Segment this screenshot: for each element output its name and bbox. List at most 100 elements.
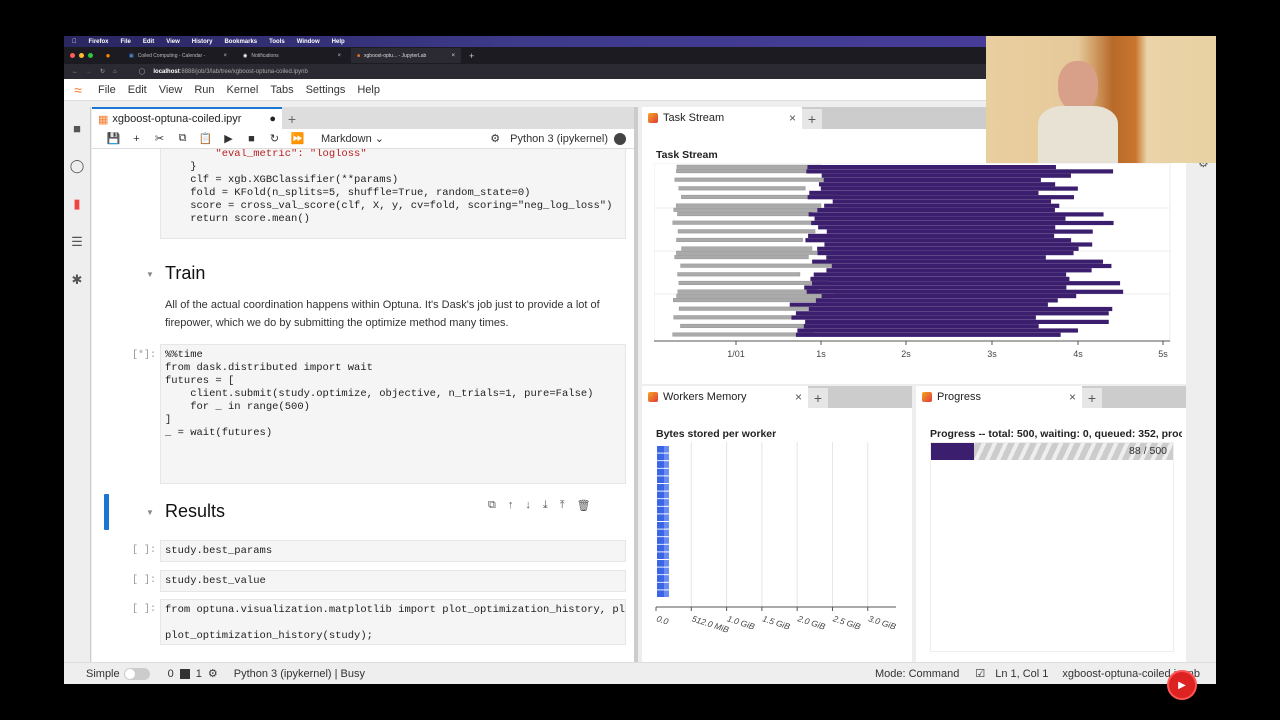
mac-menu-edit[interactable]: Edit xyxy=(143,39,154,45)
workers-memory-chart[interactable]: 0.0 512.0 MiB1.0 GiB 1.5 GiB 2.0 GiB 2.5 GiB… xyxy=(652,442,908,657)
run-icon[interactable]: ▶ xyxy=(217,132,240,145)
dask-icon[interactable]: ▮ xyxy=(73,196,80,212)
notebook-tab[interactable]: ▦ xgboost-optuna-coiled.ipyr ● xyxy=(92,107,282,129)
reload-icon[interactable]: ↻ xyxy=(100,68,105,75)
close-tab-icon[interactable]: × xyxy=(795,390,802,404)
move-down-icon[interactable]: ↓ xyxy=(525,499,531,512)
address-field[interactable]: localhost:8888/job/3/lab/tree/xgboost-op… xyxy=(153,69,307,75)
new-tab-button[interactable]: + xyxy=(808,388,828,408)
minimize-window-button[interactable] xyxy=(79,53,84,58)
unsaved-dot-icon[interactable]: ● xyxy=(269,113,276,125)
debug-icon[interactable]: ⚙ xyxy=(490,133,500,145)
progress-title: Progress -- total: 500, waiting: 0, queu… xyxy=(930,428,1182,440)
paste-icon[interactable]: 📋 xyxy=(194,132,217,145)
cursor-position[interactable]: Ln 1, Col 1 xyxy=(995,668,1048,680)
new-tab-button[interactable]: + xyxy=(802,109,822,129)
transfer-bar xyxy=(676,169,820,174)
maximize-window-button[interactable] xyxy=(88,53,93,58)
code-cell-best-value[interactable]: study.best_value xyxy=(160,570,626,592)
new-tab-button[interactable]: + xyxy=(1082,388,1102,408)
mac-menu-bookmarks[interactable]: Bookmarks xyxy=(224,39,257,45)
apple-icon[interactable]:  xyxy=(72,39,77,45)
insert-cell-icon[interactable]: + xyxy=(125,133,148,145)
compute-bar xyxy=(832,199,1052,204)
close-tab-icon[interactable]: × xyxy=(223,53,227,59)
simple-mode-toggle[interactable] xyxy=(123,667,150,680)
code-cell-best-params[interactable]: study.best_params xyxy=(160,540,626,562)
code-cell-objective[interactable]: "eval_metric": "logloss" } clf = xgb.XGB… xyxy=(160,149,626,239)
mac-menu-history[interactable]: History xyxy=(192,39,213,45)
delete-cell-icon[interactable]: 🗑 xyxy=(577,499,591,512)
close-tab-icon[interactable]: × xyxy=(1069,390,1076,404)
table-of-contents-icon[interactable]: ☰ xyxy=(71,234,83,250)
insert-above-icon[interactable]: ⤓ xyxy=(543,499,548,512)
menu-run[interactable]: Run xyxy=(194,84,214,96)
browser-tab-jupyter[interactable]: ■ xgboost-optu... - JupyterLab × xyxy=(351,48,461,63)
cut-icon[interactable]: ✂ xyxy=(148,132,171,145)
code-line: study.best_value xyxy=(165,575,266,587)
menu-tabs[interactable]: Tabs xyxy=(270,84,293,96)
kernel-count[interactable]: 1 xyxy=(196,668,202,680)
new-launcher-button[interactable]: + xyxy=(282,109,302,129)
transfer-bar xyxy=(673,315,801,320)
menu-kernel[interactable]: Kernel xyxy=(227,84,259,96)
running-kernels-icon[interactable]: ◯ xyxy=(70,158,85,174)
cell-type-select[interactable]: Markdown ⌄ xyxy=(321,132,384,145)
home-icon[interactable]: ⌂ xyxy=(113,69,117,75)
restart-icon[interactable]: ↻ xyxy=(263,132,286,145)
new-tab-button[interactable]: + xyxy=(469,51,474,61)
mac-menu-view[interactable]: View xyxy=(166,39,180,45)
stop-icon[interactable]: ■ xyxy=(240,133,263,145)
copy-icon[interactable]: ⧉ xyxy=(171,132,194,145)
worker-memory-bar-managed xyxy=(657,522,664,529)
back-icon[interactable]: ← xyxy=(72,69,78,75)
collapse-caret-icon[interactable]: ▼ xyxy=(146,508,154,517)
code-cell-submit[interactable]: %%time from dask.distributed import wait… xyxy=(160,344,626,484)
browser-tab-notifications[interactable]: ◉ Notifications × xyxy=(237,48,347,63)
compute-bar xyxy=(803,324,1039,329)
workers-memory-title: Bytes stored per worker xyxy=(656,428,777,440)
extensions-icon[interactable]: ✱ xyxy=(72,272,83,288)
task-stream-tab[interactable]: Task Stream × xyxy=(642,107,802,129)
menu-settings[interactable]: Settings xyxy=(306,84,346,96)
task-stream-chart[interactable]: 1/01 1s 2s 3s 4s 5s xyxy=(654,163,1174,359)
train-heading: Train xyxy=(165,263,206,283)
worker-memory-bar-managed xyxy=(657,582,664,590)
worker-memory-bar-managed xyxy=(657,453,664,461)
collapse-caret-icon[interactable]: ▼ xyxy=(146,270,154,279)
browser-tab-calendar[interactable]: ▣ Coiled Computing - Calendar - × xyxy=(123,48,233,63)
close-tab-icon[interactable]: × xyxy=(337,53,341,59)
code-cell-plot[interactable]: from optuna.visualization.matplotlib imp… xyxy=(160,599,626,645)
menu-edit[interactable]: Edit xyxy=(128,84,147,96)
kernel-name[interactable]: ⚙ Python 3 (ipykernel) xyxy=(490,132,608,145)
close-tab-icon[interactable]: × xyxy=(789,111,796,125)
code-line: } xyxy=(165,161,197,173)
kernel-status[interactable]: Python 3 (ipykernel) | Busy xyxy=(234,668,365,680)
menu-view[interactable]: View xyxy=(159,84,183,96)
run-all-icon[interactable]: ⏩ xyxy=(286,132,309,145)
terminal-count[interactable]: 0 xyxy=(168,668,174,680)
workers-memory-tab[interactable]: Workers Memory × xyxy=(642,386,808,408)
save-icon[interactable]: 💾 xyxy=(102,132,125,145)
close-window-button[interactable] xyxy=(70,53,75,58)
close-tab-icon[interactable]: × xyxy=(451,53,455,59)
insert-below-icon[interactable]: ⤒ xyxy=(560,499,565,512)
compute-bar xyxy=(817,251,1074,256)
trust-icon[interactable]: ☑ xyxy=(975,667,985,680)
compute-bar xyxy=(813,272,1067,277)
move-up-icon[interactable]: ↑ xyxy=(508,499,514,512)
menu-help[interactable]: Help xyxy=(357,84,380,96)
forward-icon[interactable]: → xyxy=(86,69,92,75)
progress-chart: 88 / 500 xyxy=(930,442,1174,652)
mac-menu-window[interactable]: Window xyxy=(297,39,320,45)
x-tick-label: 1.0 GiB xyxy=(726,613,756,631)
mac-menu-file[interactable]: File xyxy=(121,39,131,45)
mac-menu-tools[interactable]: Tools xyxy=(269,39,285,45)
duplicate-cell-icon[interactable]: ⧉ xyxy=(488,499,496,512)
menu-file[interactable]: File xyxy=(98,84,116,96)
youtube-icon[interactable]: ▶ xyxy=(1167,670,1197,700)
mac-menu-firefox[interactable]: Firefox xyxy=(89,39,109,45)
progress-tab[interactable]: Progress × xyxy=(916,386,1082,408)
folder-icon[interactable]: ■ xyxy=(73,121,81,136)
mac-menu-help[interactable]: Help xyxy=(332,39,345,45)
